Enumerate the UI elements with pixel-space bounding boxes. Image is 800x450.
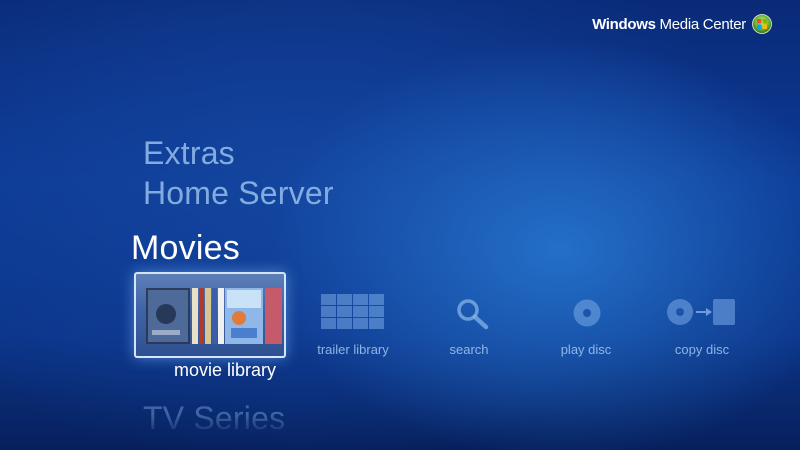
menu-item-extras[interactable]: Extras [143,135,235,172]
search-icon[interactable] [455,298,491,330]
windows-media-center-logo: Windows Media Center [592,14,772,34]
menu-item-home-server[interactable]: Home Server [143,175,334,212]
movie-covers-icon [146,288,282,344]
copy-disc-label[interactable]: copy disc [664,342,740,357]
copy-disc-icon[interactable] [666,296,738,328]
movie-library-label: movie library [173,360,277,380]
tile-movie-library[interactable] [134,272,286,358]
brand-text: Windows Media Center [592,15,746,33]
trailer-library-label[interactable]: trailer library [306,342,400,357]
movies-strip: movie library trailer library search pla… [0,272,800,392]
menu-item-movies[interactable]: Movies [131,229,240,268]
play-disc-label[interactable]: play disc [548,342,624,357]
grid-icon[interactable] [321,294,385,330]
disc-icon[interactable] [572,298,602,328]
search-label[interactable]: search [434,342,504,357]
windows-orb-icon [752,14,772,34]
menu-item-tv-series[interactable]: TV Series [143,400,285,437]
